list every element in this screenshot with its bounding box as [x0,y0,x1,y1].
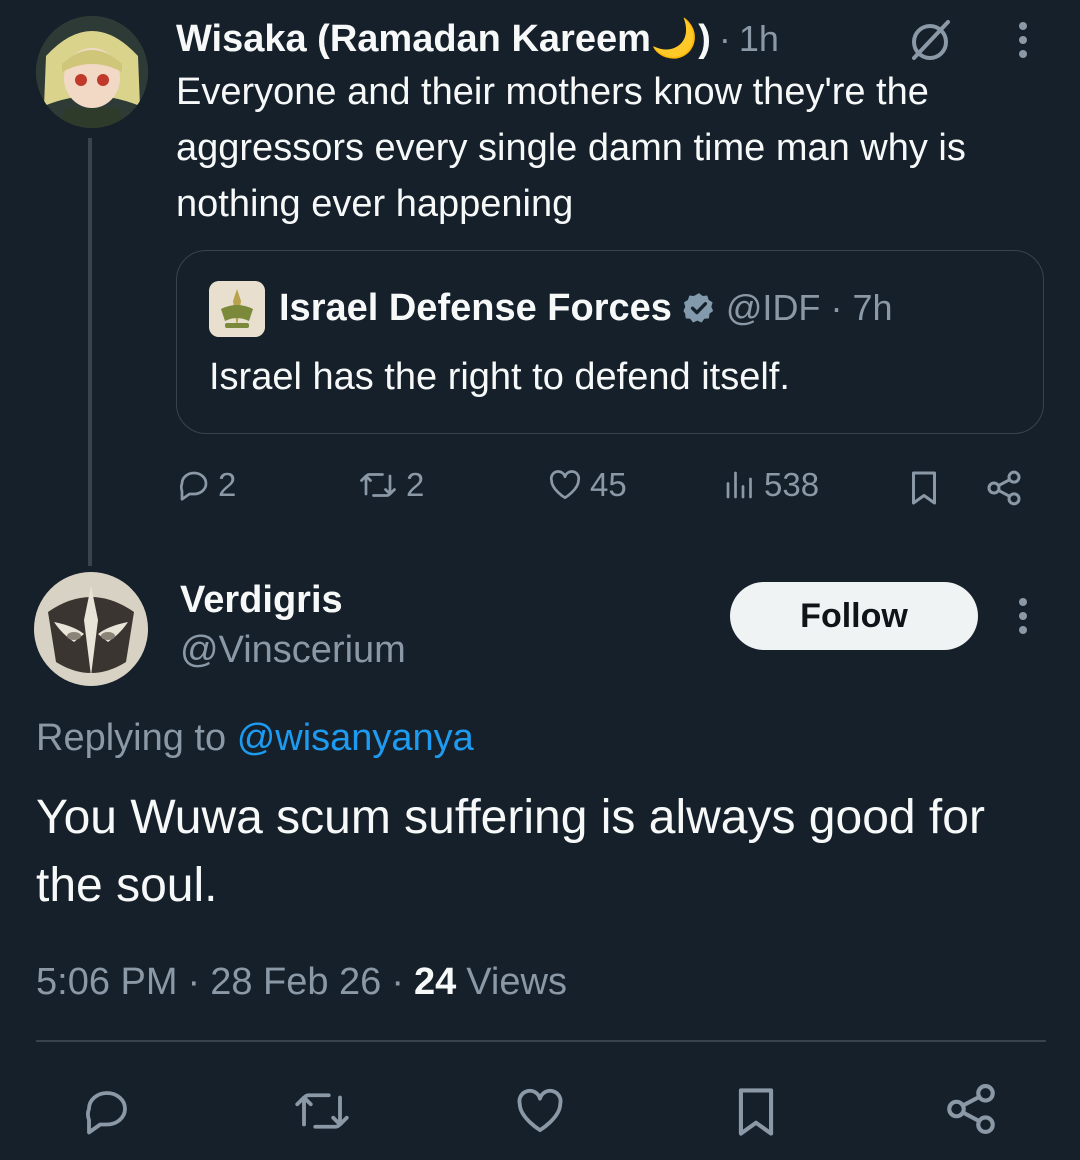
moon-emoji: 🌙 [650,18,699,60]
views-icon [722,467,758,503]
main-more-options-icon[interactable] [1012,594,1034,638]
reply-icon [176,467,212,503]
views-number: 24 [413,961,457,1003]
meta-dot-1: · [187,961,201,1003]
avatar-verdigris[interactable] [34,572,148,686]
tweet-date[interactable]: 28 Feb 26 [210,956,381,1008]
parent-display-name-text: Wisaka (Ramadan Kareem [176,18,651,60]
repost-count: 2 [406,466,425,503]
bookmark-icon[interactable] [906,468,942,508]
main-handle[interactable]: @Vinscerium [180,626,406,674]
quoted-tweet-card[interactable]: Israel Defense Forces @IDF · 7h Israel h… [176,250,1044,434]
tweet-meta: 5:06 PM · 28 Feb 26 · 24 Views [36,956,567,1008]
parent-timestamp[interactable]: 1h [739,18,779,60]
main-display-name[interactable]: Verdigris [180,576,343,624]
meta-dot-2: · [391,961,404,1003]
verified-badge-icon [682,291,716,325]
parent-display-name[interactable]: Wisaka (Ramadan Kareem🌙) [176,17,711,61]
more-options-icon[interactable] [1012,18,1034,62]
separator-dot: · [718,18,731,59]
parent-display-name-close: ) [698,18,711,60]
repost-icon [356,467,400,503]
replying-to-label: Replying to [36,717,227,759]
main-tweet-text: You Wuwa scum suffering is always good f… [36,791,985,912]
replying-to-handle[interactable]: @wisanyanya [237,717,474,759]
parent-tweet-text: Everyone and their mothers know they're … [176,71,966,225]
views-count: 538 [764,466,820,503]
like-count: 45 [590,466,627,503]
tweet-time[interactable]: 5:06 PM [36,956,178,1008]
views-label: Views [466,961,567,1003]
quote-timestamp[interactable]: 7h [852,287,892,329]
thread-line [88,138,92,566]
follow-button[interactable]: Follow [730,582,978,650]
reply-count: 2 [218,466,237,503]
parent-header: Wisaka (Ramadan Kareem🌙) · 1h [176,14,779,64]
heart-icon [546,467,584,503]
quote-display-name[interactable]: Israel Defense Forces [279,287,672,330]
bottom-like-icon[interactable] [512,1084,568,1138]
share-icon[interactable] [984,468,1024,508]
idf-avatar[interactable] [209,281,265,337]
quote-header: Israel Defense Forces @IDF · 7h [279,283,892,333]
reply-action[interactable]: 2 [176,466,236,504]
avatar-wisaka[interactable] [36,16,148,128]
repost-action[interactable]: 2 [356,466,424,504]
like-action[interactable]: 45 [546,466,627,504]
replying-to: Replying to @wisanyanya [36,712,474,764]
bottom-bookmark-icon[interactable] [730,1084,782,1140]
bottom-share-icon[interactable] [942,1080,1000,1138]
grok-icon[interactable] [906,16,954,64]
quote-handle[interactable]: @IDF [726,287,821,329]
quote-separator-dot: · [830,287,843,328]
bottom-reply-icon[interactable] [80,1084,134,1138]
divider [36,1040,1046,1042]
quote-text: Israel has the right to defend itself. [209,356,790,398]
views-action[interactable]: 538 [722,466,819,504]
follow-button-label: Follow [800,596,908,635]
bottom-repost-icon[interactable] [290,1084,354,1138]
